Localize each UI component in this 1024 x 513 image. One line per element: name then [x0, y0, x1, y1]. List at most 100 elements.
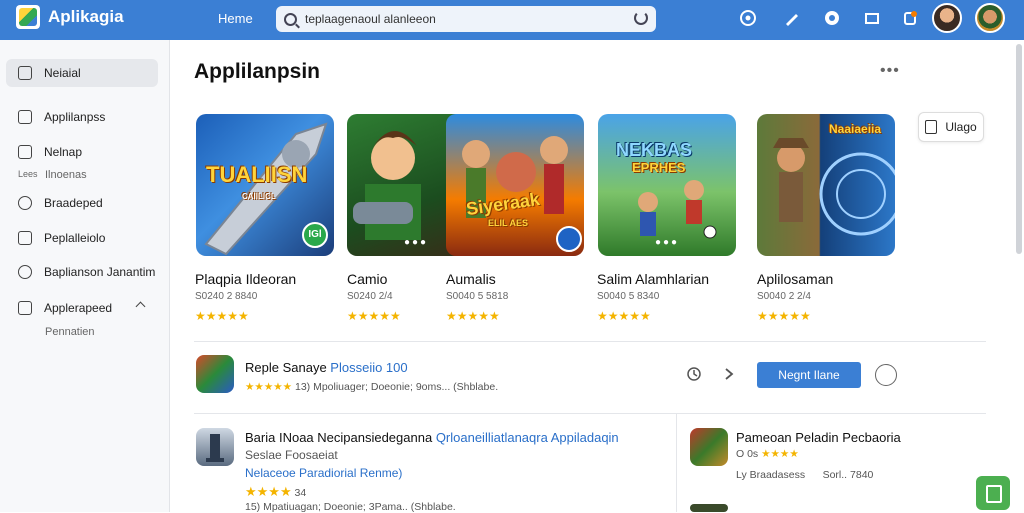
- list-item-meta-right: Sorl.. 7840: [822, 469, 874, 481]
- search-input[interactable]: [305, 12, 625, 26]
- list-item-subtitle: Seslae Foosaeiat: [245, 448, 338, 462]
- card-meta: S0040 5 8340: [597, 291, 660, 302]
- card-meta: S0240 2/4: [347, 291, 393, 302]
- art-title: TUALIISN: [206, 162, 308, 187]
- list-item-meta-left: O 0s: [736, 448, 759, 460]
- list-item-title[interactable]: Pameoan Peladin Pecbaoria: [736, 430, 901, 445]
- app-logo-icon: [16, 5, 40, 29]
- sidebar-sub-label[interactable]: Ilnoenas: [45, 169, 87, 181]
- user-avatar[interactable]: [932, 3, 962, 33]
- tower-icon: [206, 434, 224, 462]
- sidebar-item-label: Braadeped: [44, 196, 103, 210]
- nav-home-link[interactable]: Heme: [218, 11, 253, 26]
- sidebar-item-nelnap[interactable]: Nelnap: [6, 138, 158, 166]
- sidebar-item-baplianson[interactable]: Baplianson Janantim: [6, 258, 158, 286]
- settings-circle-icon[interactable]: [875, 364, 897, 386]
- search-bar[interactable]: [276, 6, 656, 32]
- card-title[interactable]: Aumalis: [446, 271, 496, 287]
- sidebar-item-peplalleiolo[interactable]: Peplalleiolo: [6, 224, 158, 252]
- sidebar-item-label: Baplianson Janantim: [44, 265, 156, 279]
- usage-button[interactable]: Ulago: [918, 112, 984, 142]
- featured-meta-text: 13) Mpoliuager; Doeonie; 9oms... (Shblab…: [295, 381, 499, 393]
- share-icon[interactable]: [686, 366, 702, 387]
- art-subtitle: CAIILICL: [242, 192, 276, 201]
- chevron-right-icon[interactable]: [722, 366, 736, 387]
- bookmark-icon: [925, 120, 938, 134]
- list-item-link[interactable]: Nelaceoe Paradiorial Renme): [245, 466, 402, 480]
- list-item-rating: ★★★★ 34: [245, 484, 306, 500]
- app-card-art[interactable]: Naaiaeiia: [757, 114, 895, 256]
- card-title[interactable]: Aplilosaman: [757, 271, 833, 287]
- card-title[interactable]: Plaqpia Ildeoran: [195, 271, 296, 287]
- list-app-icon[interactable]: [690, 428, 728, 466]
- rating-count: 34: [294, 487, 307, 499]
- star-rating: ★★★★★: [195, 309, 249, 323]
- usage-button-label: Ulago: [945, 120, 977, 134]
- app-logo[interactable]: Aplikagia: [16, 5, 124, 29]
- list-item-title-link[interactable]: Qrloaneilliatlanaqra Appiladaqin: [436, 430, 619, 445]
- card-meta: S0040 5 5818: [446, 291, 509, 302]
- scrollbar[interactable]: [1016, 44, 1022, 254]
- art-subtitle: EPRHES: [632, 160, 686, 175]
- featured-title-link[interactable]: Plosseiio 100: [330, 360, 407, 375]
- sidebar-item-home[interactable]: Neiaial: [6, 59, 158, 87]
- face-icon: [18, 265, 32, 279]
- refresh-icon[interactable]: [634, 11, 648, 25]
- apps-icon: [18, 110, 32, 124]
- list-item-title[interactable]: Baria INoaa Necipansiedeganna Qrloaneill…: [245, 430, 619, 445]
- window-icon[interactable]: [862, 9, 882, 29]
- help-icon[interactable]: [738, 9, 758, 29]
- edit-icon[interactable]: [782, 9, 802, 29]
- card-badge: IGl: [302, 222, 328, 248]
- column-divider: [676, 414, 677, 512]
- app-title: Aplikagia: [48, 7, 124, 26]
- art-title: NEKBAS: [616, 140, 693, 160]
- card-meta: S0240 2 8840: [195, 291, 258, 302]
- more-options-icon[interactable]: •••: [880, 62, 900, 80]
- chevron-up-icon[interactable]: [135, 301, 146, 312]
- star-rating: ★★★★★: [245, 381, 293, 393]
- sidebar-sub-label: Lees: [18, 169, 38, 179]
- sidebar-sub-label[interactable]: Pennatien: [45, 326, 95, 338]
- list-app-icon[interactable]: [196, 428, 234, 466]
- sidebar-item-applerapeed[interactable]: Applerapeed: [6, 294, 158, 322]
- app-card-art[interactable]: NEKBAS EPRHES ●●●: [598, 114, 736, 256]
- sync-icon[interactable]: [822, 9, 842, 29]
- soccer-art: [638, 180, 717, 239]
- sidebar-item-apps[interactable]: Applilanpss: [6, 103, 158, 131]
- sidebar-item-label: Applilanpss: [44, 110, 106, 124]
- grid-icon: [18, 145, 32, 159]
- carousel-dots[interactable]: ●●●: [404, 237, 428, 248]
- card-badge-icon: [556, 226, 582, 252]
- star-rating: ★★★★★: [597, 309, 651, 323]
- star-rating: ★★★★★: [757, 309, 811, 323]
- sidebar-item-label: Peplalleiolo: [44, 231, 106, 245]
- featured-title[interactable]: Reple Sanaye Plosseiio 100: [245, 360, 408, 375]
- list-item-meta: Ly Braadasess Sorl.. 7840: [736, 469, 873, 481]
- app-card-art[interactable]: TUALIISN CAIILICL IGl: [196, 114, 334, 256]
- art-title: Naaiaeiia: [829, 122, 882, 136]
- sidebar-item-label: Neiaial: [44, 66, 81, 80]
- list-app-icon[interactable]: [690, 504, 728, 512]
- page-title: Applilanpsin: [194, 60, 320, 83]
- sidebar-item-braadeped[interactable]: Braadeped: [6, 189, 158, 217]
- featured-title-text: Reple Sanaye: [245, 360, 327, 375]
- box-icon: [18, 301, 32, 315]
- sidebar-item-label: Nelnap: [44, 145, 83, 159]
- floating-action-button[interactable]: [976, 476, 1010, 510]
- featured-app-icon[interactable]: [196, 355, 234, 393]
- carousel-dots[interactable]: ●●●: [655, 237, 679, 248]
- primary-action-button[interactable]: Negnt Ilane: [757, 362, 861, 388]
- card-title[interactable]: Camio: [347, 271, 387, 287]
- profile-avatar[interactable]: [975, 3, 1005, 33]
- top-bar: Aplikagia Heme: [0, 0, 1024, 40]
- card-meta: S0040 2 2/4: [757, 291, 811, 302]
- circle-icon: [18, 196, 32, 210]
- star-rating: ★★★★: [245, 484, 292, 499]
- list-item-meta-mid: Ly Braadasess: [736, 469, 806, 481]
- card-title[interactable]: Salim Alamhlarian: [597, 271, 709, 287]
- app-card-art[interactable]: Siyeraak ELIL AES: [446, 114, 584, 256]
- star-rating: ★★★★: [761, 448, 799, 460]
- divider: [194, 413, 986, 414]
- notification-icon[interactable]: [900, 9, 920, 29]
